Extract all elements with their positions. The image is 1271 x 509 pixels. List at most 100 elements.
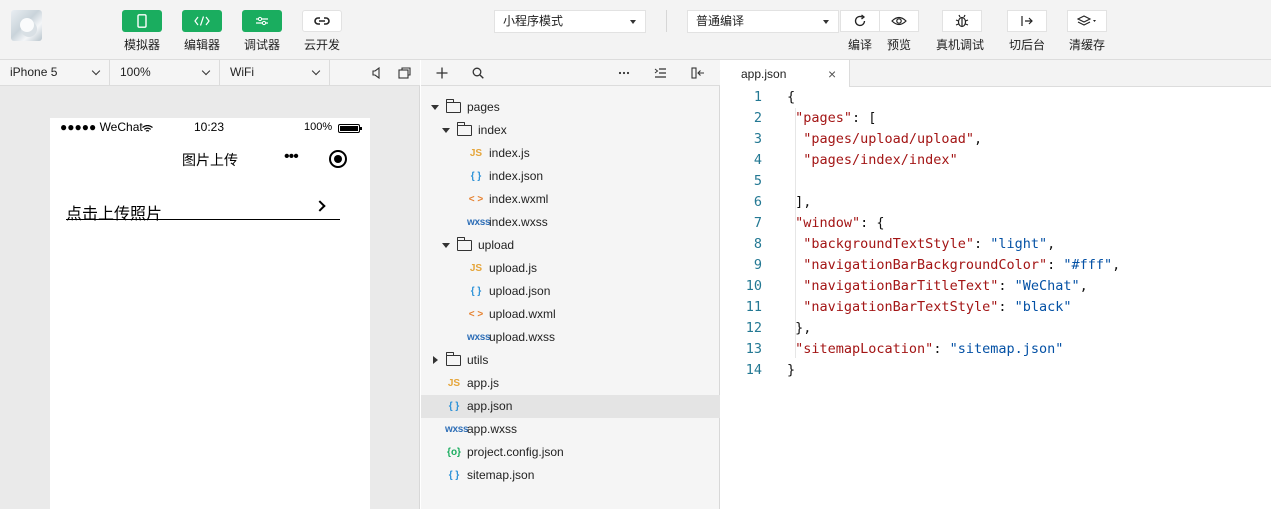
- user-avatar[interactable]: [11, 10, 42, 41]
- refresh-icon: [840, 10, 880, 32]
- tree-file[interactable]: < > upload.wxml: [421, 303, 720, 326]
- tree-file[interactable]: { } index.json: [421, 165, 720, 188]
- json-punctuation: ],: [787, 194, 812, 210]
- close-miniprogram-icon[interactable]: [329, 150, 347, 168]
- volume-icon[interactable]: [369, 65, 385, 81]
- line-number: 7: [753, 215, 762, 231]
- code-line[interactable]: 6 ],: [721, 192, 1271, 213]
- device-value: iPhone 5: [10, 65, 58, 79]
- code-line[interactable]: 13 "sitemapLocation": "sitemap.json": [721, 339, 1271, 360]
- code-line[interactable]: 12 },: [721, 318, 1271, 339]
- compile-button[interactable]: 编译: [840, 10, 880, 53]
- line-number: 14: [745, 362, 762, 378]
- mode-select[interactable]: 小程序模式: [494, 10, 646, 33]
- toolbar-divider: [666, 10, 667, 32]
- phone-navigation-bar: 图片上传 •••: [50, 136, 370, 180]
- tree-file[interactable]: wxss index.wxss: [421, 211, 720, 234]
- tree-file[interactable]: JS index.js: [421, 142, 720, 165]
- cloud-dev-button[interactable]: 云开发: [292, 10, 352, 53]
- to-background-button[interactable]: 切后台: [1007, 10, 1047, 53]
- simulator-toggle-button[interactable]: 模拟器: [112, 10, 172, 53]
- editor-tab-bar: app.json ×: [721, 60, 1271, 87]
- tree-file[interactable]: wxss app.wxss: [421, 418, 720, 441]
- caret-right-icon[interactable]: [433, 356, 438, 364]
- caret-down-icon[interactable]: [442, 243, 450, 248]
- tree-file[interactable]: < > index.wxml: [421, 188, 720, 211]
- line-number: 4: [753, 152, 762, 168]
- tree-item-label: app.json: [467, 399, 513, 413]
- code-line[interactable]: 8 "backgroundTextStyle": "light",: [721, 234, 1271, 255]
- line-number: 5: [753, 173, 762, 189]
- code-line[interactable]: 10 "navigationBarTitleText": "WeChat",: [721, 276, 1271, 297]
- device-select[interactable]: iPhone 5: [0, 60, 110, 85]
- code-line[interactable]: 4 "pages/index/index": [721, 150, 1271, 171]
- tree-folder[interactable]: upload: [421, 234, 720, 257]
- tab-app-json[interactable]: app.json ×: [721, 60, 850, 87]
- tree-item-label: utils: [467, 353, 489, 367]
- editor-toggle-button[interactable]: 编辑器: [172, 10, 232, 53]
- close-icon[interactable]: ×: [828, 66, 836, 82]
- compile-select[interactable]: 普通编译: [687, 10, 839, 33]
- json-key: "pages/upload/upload": [803, 131, 974, 147]
- json-punctuation: :: [1047, 257, 1064, 273]
- tree-file[interactable]: {o} project.config.json: [421, 441, 720, 464]
- code-line[interactable]: 1{: [721, 87, 1271, 108]
- battery-icon: [338, 124, 362, 133]
- carrier-label: ●●●●● WeChat: [60, 120, 143, 134]
- network-select[interactable]: WiFi: [220, 60, 330, 85]
- code-text: }: [787, 360, 795, 381]
- remote-debug-button[interactable]: 真机调试: [936, 10, 984, 53]
- layers-icon: [1067, 10, 1107, 32]
- debugger-toggle-button[interactable]: 调试器: [232, 10, 292, 53]
- code-line[interactable]: 9 "navigationBarBackgroundColor": "#fff"…: [721, 255, 1271, 276]
- line-number: 1: [753, 89, 762, 105]
- wifi-icon: [142, 122, 153, 136]
- code-line[interactable]: 14}: [721, 360, 1271, 381]
- collapse-list-icon[interactable]: [651, 64, 669, 82]
- more-dots-icon[interactable]: •••: [284, 148, 299, 166]
- clear-cache-button[interactable]: 清缓存: [1067, 10, 1107, 53]
- preview-button[interactable]: 预览: [879, 10, 919, 53]
- code-line[interactable]: 3 "pages/upload/upload",: [721, 129, 1271, 150]
- tree-file[interactable]: JS upload.js: [421, 257, 720, 280]
- code-line[interactable]: 11 "navigationBarTextStyle": "black": [721, 297, 1271, 318]
- add-file-icon[interactable]: [433, 64, 451, 82]
- code-area[interactable]: 1{2 "pages": [3 "pages/upload/upload", 4 …: [721, 87, 1271, 381]
- code-line[interactable]: 7 "window": {: [721, 213, 1271, 234]
- folder-open-icon: [446, 99, 461, 113]
- tree-file[interactable]: { } sitemap.json: [421, 464, 720, 487]
- wxss-file-icon: wxss: [467, 332, 491, 343]
- remote-debug-label: 真机调试: [936, 38, 985, 52]
- tree-folder[interactable]: index: [421, 119, 720, 142]
- json-value: "sitemap.json": [949, 341, 1064, 357]
- cloud-link-icon: [302, 10, 342, 32]
- battery-percent: 100%: [304, 121, 333, 133]
- tree-file[interactable]: { } app.json: [421, 395, 720, 418]
- status-time: 10:23: [194, 120, 225, 134]
- json-punctuation: [787, 236, 803, 252]
- search-icon[interactable]: [469, 64, 487, 82]
- json-punctuation: :: [933, 341, 950, 357]
- caret-down-icon[interactable]: [431, 105, 439, 110]
- tree-file[interactable]: { } upload.json: [421, 280, 720, 303]
- zoom-select[interactable]: 100%: [110, 60, 220, 85]
- more-options-icon[interactable]: [615, 64, 633, 82]
- detach-window-icon[interactable]: [396, 65, 412, 81]
- code-line[interactable]: 5: [721, 171, 1271, 192]
- tree-item-label: upload.json: [489, 284, 551, 298]
- js-file-icon: JS: [447, 378, 461, 389]
- tree-folder[interactable]: pages: [421, 96, 720, 119]
- tree-folder[interactable]: utils: [421, 349, 720, 372]
- code-text: "pages/upload/upload",: [787, 129, 982, 150]
- caret-down-icon[interactable]: [442, 128, 450, 133]
- json-key: "pages": [795, 110, 853, 126]
- folder-open-icon: [457, 237, 472, 251]
- simulator-panel: iPhone 5 100% WiFi ●●●●● WeChat 10:23 10…: [0, 60, 420, 509]
- sliders-icon: [242, 10, 282, 32]
- tree-file[interactable]: wxss upload.wxss: [421, 326, 720, 349]
- upload-photo-row[interactable]: 点击上传照片: [66, 200, 340, 223]
- code-line[interactable]: 2 "pages": [: [721, 108, 1271, 129]
- tree-file[interactable]: JS app.js: [421, 372, 720, 395]
- json-value: "#fff": [1063, 257, 1113, 273]
- hide-tree-icon[interactable]: [689, 64, 707, 82]
